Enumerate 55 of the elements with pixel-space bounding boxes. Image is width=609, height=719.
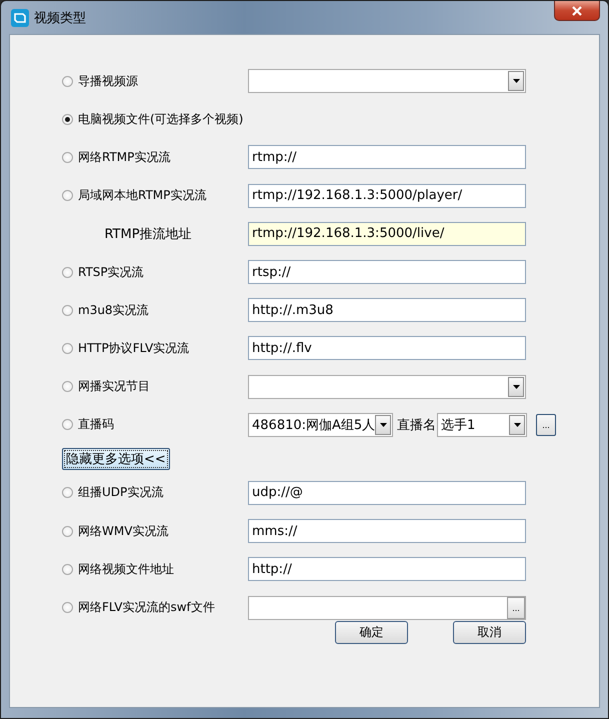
close-icon bbox=[571, 6, 583, 16]
radio-button[interactable] bbox=[62, 266, 73, 278]
text-field[interactable]: rtmp://192.168.1.3:5000/player/ bbox=[248, 184, 526, 208]
option-label: 网络WMV实况流 bbox=[78, 522, 168, 540]
option-label: RTMP推流地址 bbox=[104, 226, 192, 243]
radio-button[interactable] bbox=[62, 526, 73, 537]
text-field[interactable]: rtmp:// bbox=[248, 145, 526, 170]
radio-button[interactable] bbox=[62, 381, 73, 392]
dropdown-arrow-icon bbox=[514, 422, 520, 427]
hide-options-button[interactable]: 隐藏更多选项<< bbox=[62, 448, 170, 470]
option-label: 组播UDP实况流 bbox=[78, 484, 164, 502]
radio-button[interactable] bbox=[62, 419, 73, 430]
ok-button[interactable]: 确定 bbox=[335, 620, 408, 644]
text-field[interactable]: rtsp:// bbox=[248, 260, 526, 284]
option-label: 直播码 bbox=[78, 416, 114, 434]
file-field[interactable]: ... bbox=[248, 596, 526, 620]
dropdown[interactable] bbox=[248, 69, 526, 94]
dropdown[interactable]: 486810:网伽A组5人 bbox=[248, 412, 393, 437]
option-label: 局域网本地RTMP实况流 bbox=[78, 187, 206, 204]
dropdown[interactable]: 选手1 bbox=[437, 412, 527, 437]
radio-button[interactable] bbox=[62, 152, 73, 163]
radio-button[interactable] bbox=[62, 76, 73, 87]
option-label: 网络FLV实况流的swf文件 bbox=[78, 599, 215, 616]
more-button[interactable]: ... bbox=[536, 414, 556, 436]
radio-button[interactable] bbox=[62, 190, 73, 202]
app-icon bbox=[11, 8, 29, 26]
browse-button[interactable]: ... bbox=[507, 596, 525, 619]
radio-button[interactable] bbox=[62, 487, 73, 498]
option-label: 网络RTMP实况流 bbox=[78, 148, 170, 166]
name-label: 直播名 bbox=[397, 416, 436, 434]
text-field[interactable]: http://.flv bbox=[248, 336, 526, 360]
option-label: 网络视频文件地址 bbox=[78, 560, 174, 578]
option-label: 网播实况节目 bbox=[78, 378, 150, 396]
radio-button[interactable] bbox=[62, 304, 73, 316]
radio-button[interactable] bbox=[62, 342, 73, 354]
dropdown-arrow-icon bbox=[512, 79, 520, 84]
text-field[interactable]: udp://@ bbox=[248, 480, 526, 505]
text-field[interactable]: rtmp://192.168.1.3:5000/live/ bbox=[248, 222, 526, 246]
option-label: RTSP实况流 bbox=[78, 264, 144, 281]
option-label: 导播视频源 bbox=[78, 72, 138, 90]
option-label: m3u8实况流 bbox=[78, 302, 149, 319]
radio-button[interactable] bbox=[62, 564, 73, 575]
cancel-button[interactable]: 取消 bbox=[453, 620, 526, 644]
dropdown-arrow-icon bbox=[512, 384, 520, 389]
close-button[interactable] bbox=[554, 1, 600, 21]
text-field[interactable]: mms:// bbox=[248, 519, 526, 544]
option-label: 电脑视频文件(可选择多个视频) bbox=[78, 110, 244, 128]
text-field[interactable]: http://.m3u8 bbox=[248, 298, 526, 322]
option-label: HTTP协议FLV实况流 bbox=[78, 340, 190, 357]
window-title: 视频类型 bbox=[34, 10, 86, 26]
dropdown[interactable] bbox=[248, 374, 526, 399]
radio-button[interactable] bbox=[62, 602, 73, 614]
text-field[interactable]: http:// bbox=[248, 557, 526, 582]
radio-button[interactable] bbox=[62, 114, 73, 125]
dropdown-arrow-icon bbox=[380, 422, 387, 427]
